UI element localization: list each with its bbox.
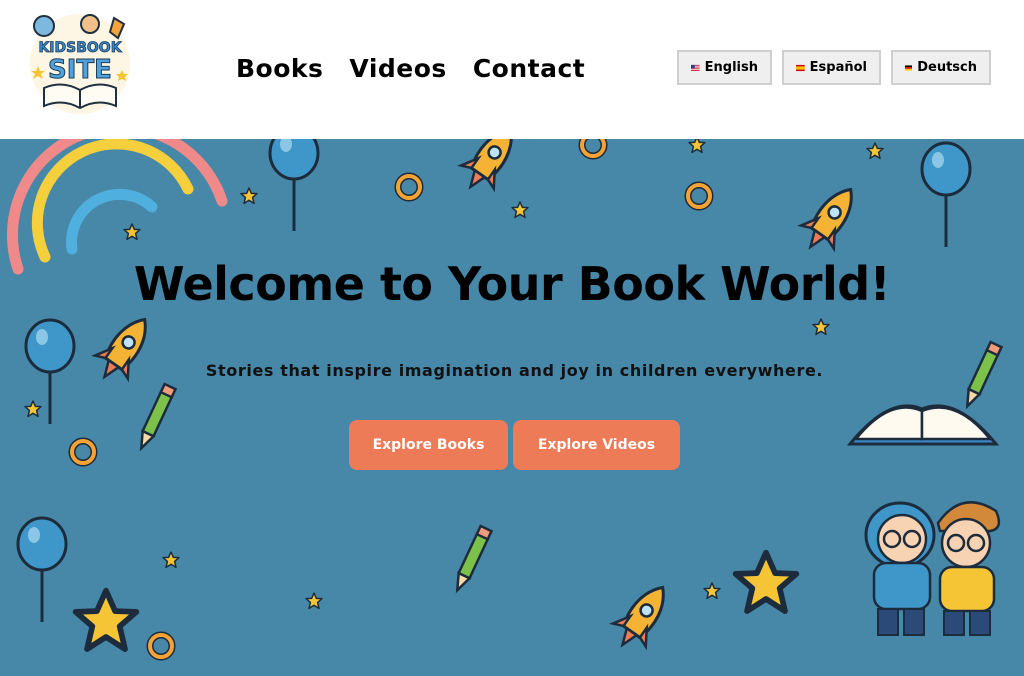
- site-header: KIDSBOOK SITE Books Videos Contact Engli…: [0, 0, 1024, 139]
- rocket-icon: [604, 574, 681, 658]
- de-flag-icon: [905, 64, 913, 71]
- smiley-star-icon: [736, 553, 797, 612]
- star-icon: [305, 592, 323, 610]
- language-english-label: English: [704, 60, 758, 75]
- rocket-icon: [452, 139, 529, 200]
- cartoon-kids-illustration: [864, 501, 1001, 636]
- hero-title: Welcome to Your Book World!: [133, 257, 891, 311]
- balloon-icon: [16, 516, 68, 624]
- pencil-icon: [134, 382, 177, 452]
- language-german-button[interactable]: Deutsch: [891, 50, 991, 85]
- star-icon: [240, 187, 258, 205]
- balloon-icon: [268, 139, 320, 233]
- ring-icon: [582, 139, 604, 156]
- ring-icon: [150, 635, 172, 657]
- hero-decorations: [6, 139, 1003, 676]
- pencil-icon: [450, 524, 493, 594]
- hero-subtitle: Stories that inspire imagination and joy…: [205, 361, 824, 380]
- language-german-label: Deutsch: [917, 60, 977, 75]
- ring-icon: [688, 185, 710, 207]
- us-flag-icon: [691, 64, 700, 71]
- language-switcher: English Español Deutsch: [677, 50, 991, 85]
- rainbow-icon: [6, 139, 228, 275]
- star-icon: [162, 551, 180, 569]
- nav-contact-link[interactable]: Contact: [473, 54, 585, 83]
- rocket-icon: [792, 176, 869, 260]
- language-spanish-label: Español: [809, 60, 867, 75]
- nav-videos-link[interactable]: Videos: [349, 54, 446, 83]
- explore-books-button[interactable]: Explore Books: [349, 420, 508, 470]
- star-icon: [688, 139, 706, 154]
- svg-text:KIDSBOOK: KIDSBOOK: [38, 40, 122, 56]
- ring-icon: [72, 441, 94, 463]
- svg-text:SITE: SITE: [48, 55, 112, 85]
- star-icon: [703, 582, 721, 600]
- open-book-icon: [846, 404, 1000, 446]
- star-icon: [812, 318, 830, 336]
- star-icon: [24, 400, 42, 418]
- language-spanish-button[interactable]: Español: [782, 50, 881, 85]
- star-icon: [123, 223, 141, 241]
- nav-books-link[interactable]: Books: [236, 54, 323, 83]
- main-nav: Books Videos Contact: [236, 54, 585, 83]
- smiley-star-icon: [76, 591, 137, 650]
- explore-videos-button[interactable]: Explore Videos: [513, 420, 680, 470]
- language-english-button[interactable]: English: [677, 50, 772, 85]
- star-icon: [511, 201, 529, 219]
- hero-section: Welcome to Your Book World! Stories that…: [0, 139, 1024, 676]
- ring-icon: [398, 176, 420, 198]
- star-icon: [866, 142, 884, 160]
- kidsbook-site-logo[interactable]: KIDSBOOK SITE: [28, 12, 132, 116]
- es-flag-icon: [796, 64, 805, 71]
- balloon-icon: [920, 141, 972, 249]
